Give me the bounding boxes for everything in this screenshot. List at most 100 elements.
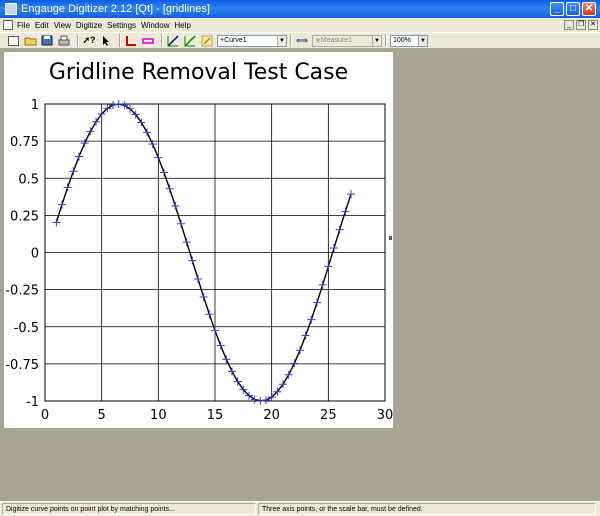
data-point-marker [182,238,191,247]
zoom-select-value: 100% [393,37,411,44]
menu-file[interactable]: File [17,21,30,30]
toolbar-separator [119,34,121,47]
select-arrow-icon[interactable] [99,34,113,47]
save-icon[interactable] [40,34,54,47]
toolbar-separator [161,34,163,47]
window-title: Engauge Digitizer 2.12 [Qt] - [gridlines… [21,3,210,15]
data-point-marker [188,256,197,265]
scale-bar-icon[interactable] [141,34,155,47]
chevron-down-icon[interactable]: ▼ [277,35,286,46]
data-point-marker [63,183,72,192]
menu-window[interactable]: Window [141,21,169,30]
chevron-down-icon[interactable]: ▼ [372,35,381,46]
status-message: Digitize curve points on point plot by m… [2,503,256,515]
whats-this-icon[interactable]: ➚? [82,34,96,47]
data-point-marker [290,359,299,368]
data-point-marker [109,101,117,110]
x-tick-label: 30 [377,408,393,423]
title-bar: Engauge Digitizer 2.12 [Qt] - [gridlines… [0,0,600,18]
point-match-icon[interactable] [200,34,214,47]
data-point-marker [114,100,123,109]
doc-minimize-button[interactable]: _ [564,20,574,30]
data-point-marker [330,244,338,253]
data-point-marker [313,298,321,307]
data-point-marker [211,326,219,335]
y-tick-label: 0 [31,247,39,262]
x-tick-label: 25 [320,408,337,423]
data-point-marker [318,280,327,289]
zoom-select[interactable]: 100% ▼ [390,34,428,47]
data-point-marker [194,275,202,284]
data-point-marker [324,262,333,271]
print-icon[interactable] [57,34,71,47]
data-point-marker [160,168,168,177]
data-point-marker [301,331,310,340]
data-point-marker [233,377,242,386]
minimize-button[interactable]: _ [550,2,564,16]
mdi-workspace: Gridline Removal Test Case 0 5 10 15 20 25 30 1… [0,49,600,501]
y-tick-label: 0.5 [18,172,39,187]
data-point-marker [80,139,89,148]
x-tick-label: 10 [150,408,167,423]
app-icon [5,3,17,15]
data-point-marker [216,341,225,350]
data-point-marker [296,346,304,355]
data-point-marker [58,200,66,209]
close-button[interactable]: ✕ [582,2,596,16]
x-tick-label: 5 [98,408,106,423]
data-point-marker [284,370,293,379]
data-point-marker [120,101,129,110]
data-point-marker [307,315,316,324]
new-icon[interactable] [6,34,20,47]
curve-select-value: Curve1 [224,37,247,44]
status-hint: Three axis points, or the scale bar, mus… [258,503,596,515]
menu-view[interactable]: View [54,21,71,30]
data-point-marker [250,395,259,404]
toolbar-separator [290,34,292,47]
y-tick-label: -1 [26,395,39,410]
doc-close-button[interactable]: ✕ [588,20,598,30]
measure-icon[interactable]: ⟺ [295,34,309,47]
data-point-marker [347,190,355,199]
data-point-marker [69,167,78,176]
menu-settings[interactable]: Settings [107,21,136,30]
curve-point-icon[interactable] [166,34,180,47]
doc-restore-button[interactable]: ❐ [576,20,586,30]
data-point-marker [171,201,180,210]
y-tick-label: -0.25 [5,284,39,299]
maximize-button[interactable]: □ [566,2,580,16]
data-point-marker [205,310,214,319]
data-point-marker [222,355,231,364]
y-tick-label: 0.75 [10,135,39,150]
measure-select-value: Measure1 [320,37,353,44]
y-tick-label: 1 [31,98,39,113]
x-tick-label: 20 [263,408,280,423]
resize-handle[interactable] [389,236,392,240]
data-point-marker [75,152,83,161]
data-point-marker [165,184,174,193]
chart[interactable]: 0 5 10 15 20 25 30 1 0.75 0.5 0.25 0 -0.25 -0.5 -0.75 -… [4,52,393,428]
menu-digitize[interactable]: Digitize [76,21,102,30]
data-point-marker [143,128,151,137]
document-icon[interactable] [3,20,13,30]
x-tick-label: 15 [207,408,224,423]
document-canvas[interactable]: Gridline Removal Test Case 0 5 10 15 20 25 30 1… [4,52,393,428]
data-point-marker [86,127,95,136]
data-point-marker [228,367,236,376]
status-bar: Digitize curve points on point plot by m… [0,501,600,516]
data-point-marker [341,207,350,216]
data-point-marker [52,218,61,227]
axis-point-icon[interactable] [124,34,138,47]
data-point-marker [335,225,344,234]
y-tick-label: 0.25 [10,209,39,224]
menu-help[interactable]: Help [174,21,190,30]
chevron-down-icon[interactable]: ▼ [418,35,427,46]
y-tick-label: -0.5 [14,321,39,336]
menu-edit[interactable]: Edit [35,21,49,30]
open-icon[interactable] [23,34,37,47]
toolbar-separator [77,34,79,47]
segment-fill-icon[interactable] [183,34,197,47]
x-tick-label: 0 [41,408,49,423]
measure-select[interactable]: ✕ Measure1 ▼ [312,34,382,47]
curve-select[interactable]: + Curve1 ▼ [217,34,287,47]
